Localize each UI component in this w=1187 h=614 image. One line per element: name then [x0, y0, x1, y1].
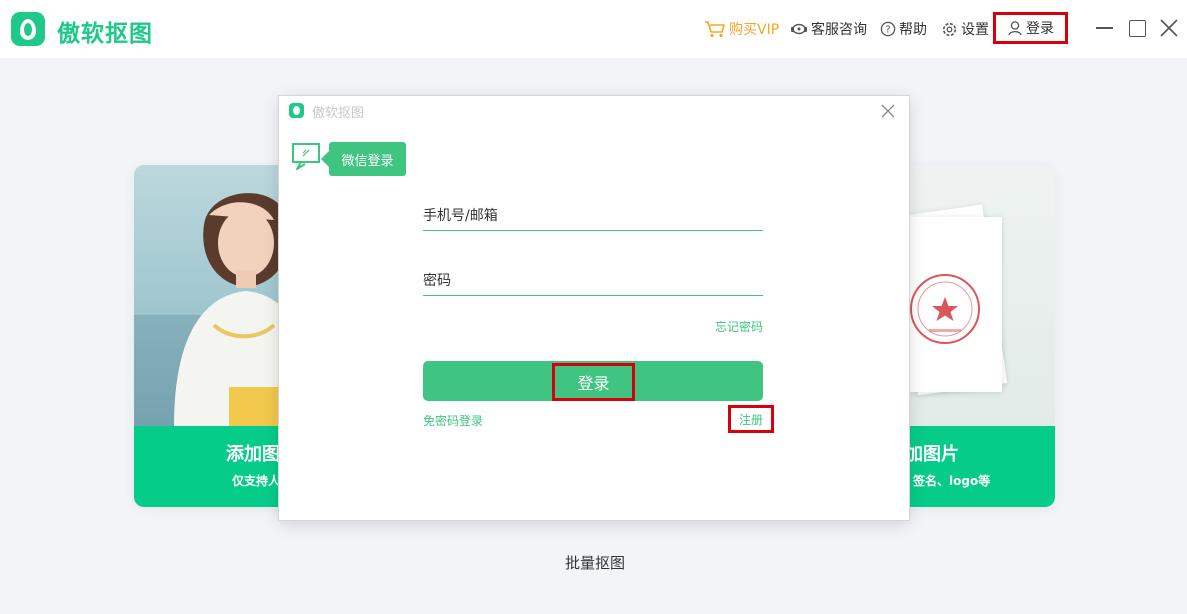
password-input[interactable] [423, 266, 763, 296]
help-button[interactable]: ? 帮助 [880, 18, 927, 40]
app-logo-icon [11, 12, 45, 46]
title-bar: 傲软抠图 购买VIP 客服咨询 ? 帮助 设置 登录 [0, 0, 1187, 58]
settings-button[interactable]: 设置 [941, 18, 989, 40]
question-circle-icon: ? [880, 21, 896, 37]
customer-service-label: 客服咨询 [811, 22, 867, 38]
add-image-right-title: 加图片 [905, 444, 959, 465]
svg-text:?: ? [885, 25, 890, 36]
login-dialog: 傲软抠图 微信登录 忘记密码 登录 免密码登录 注册 [279, 96, 909, 520]
settings-label: 设置 [961, 22, 989, 38]
qr-monitor-icon[interactable] [291, 142, 325, 172]
buy-vip-button[interactable]: 购买VIP [704, 18, 779, 40]
minimize-icon[interactable] [1094, 17, 1116, 39]
passwordless-login-link[interactable]: 免密码登录 [423, 412, 483, 429]
login-button[interactable]: 登录 [423, 361, 763, 401]
header-login-label: 登录 [1026, 21, 1054, 37]
batch-cutout-link[interactable]: 批量抠图 [565, 552, 625, 573]
register-link[interactable]: 注册 [728, 405, 774, 433]
header-login-button[interactable]: 登录 [993, 12, 1068, 44]
add-image-subtitle: 仅支持人 [232, 474, 281, 488]
wechat-login-tab[interactable]: 微信登录 [321, 142, 406, 176]
customer-service-button[interactable]: 客服咨询 [790, 18, 867, 40]
cart-icon [705, 21, 725, 38]
login-button-label: 登录 [552, 363, 635, 401]
add-image-right-subtitle: 签名、logo等 [913, 474, 991, 488]
maximize-icon[interactable] [1126, 17, 1148, 39]
help-label: 帮助 [899, 22, 927, 38]
forgot-password-link[interactable]: 忘记密码 [715, 318, 763, 335]
add-image-title: 添加图 [226, 444, 280, 465]
dialog-title: 傲软抠图 [312, 106, 365, 121]
dialog-close-icon[interactable] [879, 102, 897, 120]
headset-icon [791, 23, 807, 35]
buy-vip-label: 购买VIP [729, 22, 780, 38]
user-icon [1008, 21, 1022, 36]
dialog-logo-icon [289, 103, 304, 118]
close-window-icon[interactable] [1158, 17, 1180, 39]
gear-icon [942, 22, 957, 36]
app-name: 傲软抠图 [57, 21, 153, 47]
phone-email-input[interactable] [423, 201, 763, 231]
